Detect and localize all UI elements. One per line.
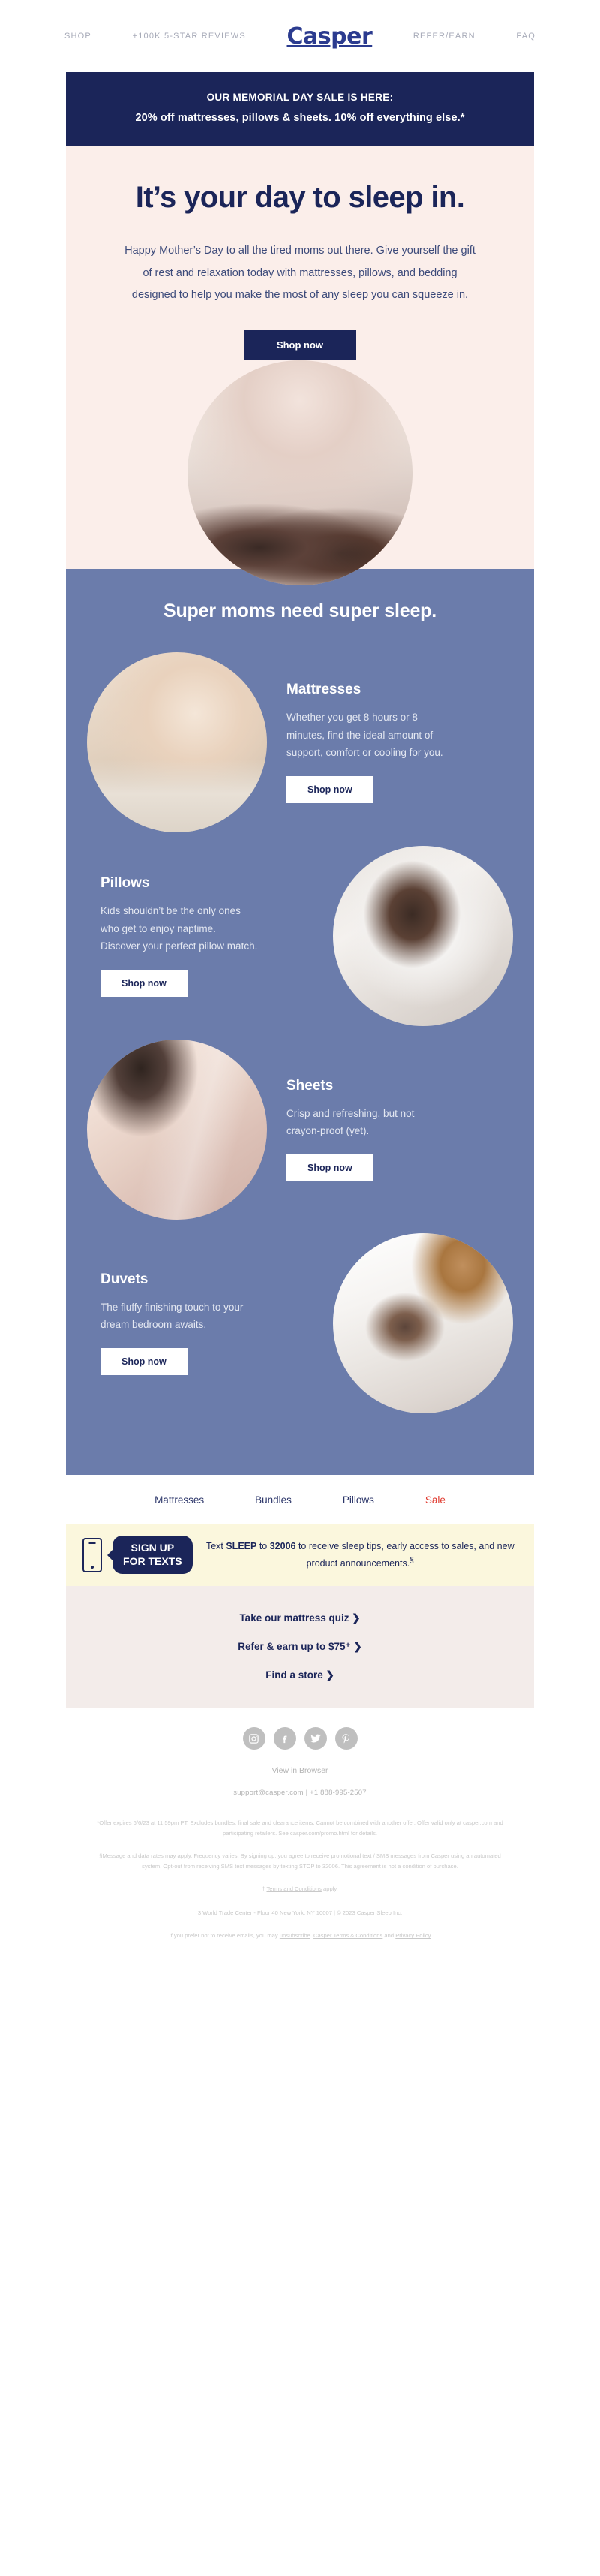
sign-up-for-texts-button[interactable]: SIGN UP FOR TEXTS [112, 1536, 193, 1575]
mattresses-title: Mattresses [286, 682, 362, 698]
cta-find-store[interactable]: Find a store ❯ [66, 1661, 534, 1690]
pillows-shop-now-button[interactable]: Shop now [100, 969, 188, 997]
mattresses-shop-now-button[interactable]: Shop now [286, 775, 374, 803]
terms-and-conditions-link[interactable]: Terms and Conditions [266, 1885, 321, 1892]
sheets-title: Sheets [286, 1077, 334, 1094]
instagram-icon[interactable] [242, 1727, 266, 1750]
pillows-image [333, 846, 513, 1027]
sms-text-before: Text [206, 1540, 226, 1551]
unsub-prefix: If you prefer not to receive emails, you… [169, 1932, 280, 1940]
legal-offer-text: *Offer expires 6/6/23 at 11:59pm PT. Exc… [97, 1819, 503, 1837]
announcement-line-1: OUR MEMORIAL DAY SALE IS HERE: [206, 92, 394, 103]
twitter-icon[interactable] [304, 1727, 327, 1750]
announcement-line-2: 20% off mattresses, pillows & sheets. 10… [135, 112, 465, 124]
social-section: View in Browser support@casper.com | +1 … [66, 1708, 534, 1798]
sms-keyword: SLEEP [226, 1540, 257, 1551]
duvets-title: Duvets [100, 1271, 148, 1287]
sheets-body: Crisp and refreshing, but not crayon-pro… [286, 1107, 415, 1137]
hero-image [188, 360, 412, 586]
cta-mattress-quiz[interactable]: Take our mattress quiz ❯ [66, 1604, 534, 1633]
sheets-shop-now-button[interactable]: Shop now [286, 1154, 374, 1182]
mattresses-body: Whether you get 8 hours or 8 minutes, fi… [286, 712, 443, 758]
legal-section: *Offer expires 6/6/23 at 11:59pm PT. Exc… [66, 1812, 534, 1973]
footer-nav-sale[interactable]: Sale [425, 1494, 446, 1506]
product-row-pillows: Pillows Kids shouldn’t be the only ones … [66, 846, 534, 1027]
unsubscribe-link[interactable]: unsubscribe [280, 1932, 310, 1939]
duvets-body: The fluffy finishing touch to your dream… [100, 1301, 244, 1331]
pinterest-icon[interactable] [334, 1727, 358, 1750]
legal-unsubscribe-line: If you prefer not to receive emails, you… [96, 1930, 504, 1941]
hero-image-container [96, 344, 504, 586]
products-heading: Super moms need super sleep. [164, 600, 436, 622]
facebook-icon[interactable] [273, 1727, 296, 1750]
casper-logo[interactable]: Casper [287, 23, 373, 50]
sms-bubble-line-1: SIGN UP [130, 1542, 175, 1554]
sms-text-after: to receive sleep tips, early access to s… [296, 1540, 514, 1569]
nav-shop[interactable]: SHOP [64, 32, 92, 41]
privacy-policy-link[interactable]: Privacy Policy [395, 1932, 430, 1939]
footer-nav-mattresses[interactable]: Mattresses [154, 1494, 204, 1506]
contact-info[interactable]: support@casper.com | +1 888-995-2507 [66, 1789, 534, 1797]
nav-reviews[interactable]: +100K 5-STAR REVIEWS [133, 32, 246, 41]
duvets-shop-now-button[interactable]: Shop now [100, 1348, 188, 1376]
legal-terms-line: † Terms and Conditions apply. [96, 1884, 504, 1894]
mattresses-image [87, 652, 267, 833]
email-body: SHOP +100K 5-STAR REVIEWS Casper REFER/E… [0, 0, 600, 1973]
hero-section: It’s your day to sleep in. Happy Mother’… [66, 146, 534, 586]
footer-navigation: Mattresses Bundles Pillows Sale [66, 1475, 534, 1524]
product-row-mattresses: Mattresses Whether you get 8 hours or 8 … [66, 652, 534, 833]
view-in-browser-link[interactable]: View in Browser [272, 1766, 328, 1775]
top-navigation: SHOP +100K 5-STAR REVIEWS Casper REFER/E… [0, 0, 600, 72]
legal-terms-suffix: apply. [321, 1885, 338, 1893]
cta-links-section: Take our mattress quiz ❯ Refer & earn up… [66, 1586, 534, 1708]
sms-bubble-line-2: FOR TEXTS [123, 1554, 182, 1567]
casper-terms-link[interactable]: Casper Terms & Conditions [314, 1932, 382, 1939]
social-icon-row [66, 1727, 534, 1750]
unsub-and: and [382, 1932, 396, 1940]
sms-signup-banner: SIGN UP FOR TEXTS Text SLEEP to 32006 to… [66, 1524, 534, 1587]
hero-headline: It’s your day to sleep in. [135, 181, 465, 214]
mobile-phone-icon [82, 1537, 102, 1572]
pillows-title: Pillows [100, 875, 150, 892]
sheets-image [87, 1040, 267, 1220]
legal-sms-text: §Message and data rates may apply. Frequ… [99, 1852, 501, 1870]
sms-footnote-marker: § [410, 1556, 414, 1565]
nav-faq[interactable]: FAQ [516, 32, 536, 41]
sms-text-between: to [256, 1540, 270, 1551]
footer-nav-bundles[interactable]: Bundles [255, 1494, 292, 1506]
sms-shortcode: 32006 [269, 1540, 296, 1551]
pillows-body: Kids shouldn’t be the only ones who get … [100, 905, 258, 952]
announcement-banner[interactable]: OUR MEMORIAL DAY SALE IS HERE: 20% off m… [66, 72, 534, 146]
product-row-sheets: Sheets Crisp and refreshing, but not cra… [66, 1040, 534, 1220]
hero-body: Happy Mother’s Day to all the tired moms… [124, 245, 476, 302]
sms-instructions: Text SLEEP to 32006 to receive sleep tip… [203, 1539, 518, 1571]
products-section: Super moms need super sleep. Mattresses … [66, 569, 534, 1476]
footer-nav-pillows[interactable]: Pillows [343, 1494, 374, 1506]
product-row-duvets: Duvets The fluffy finishing touch to you… [66, 1233, 534, 1414]
legal-address: 3 World Trade Center - Floor 40 New York… [197, 1909, 403, 1917]
duvets-image [333, 1233, 513, 1414]
cta-refer-earn[interactable]: Refer & earn up to $75⁺ ❯ [66, 1633, 534, 1661]
nav-refer-earn[interactable]: REFER/EARN [413, 32, 476, 41]
